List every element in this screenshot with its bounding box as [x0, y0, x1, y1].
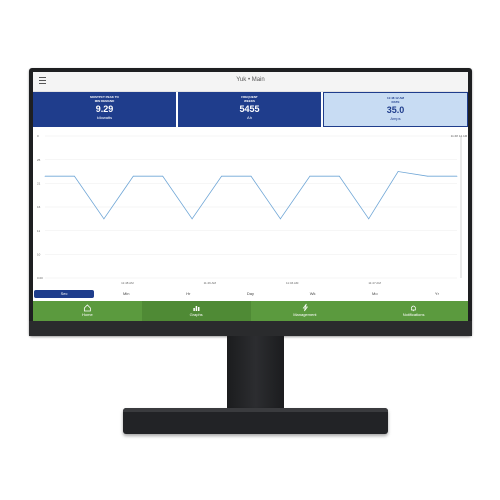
data-point: [44, 175, 46, 177]
metric-card-rate[interactable]: 11:48 12 AM RATE 35.0 Amps: [323, 92, 468, 127]
time-tab-wk[interactable]: Wk: [283, 290, 343, 298]
home-icon: [83, 304, 91, 312]
x-tick-label: 11:46 AM: [286, 281, 299, 285]
metric-card-label: 11:48 12 AM RATE: [386, 96, 405, 104]
metric-card-unit: Amps: [390, 116, 401, 121]
data-point: [74, 175, 75, 177]
app-top-bar: Yuk • Main: [33, 72, 468, 92]
bell-icon: [411, 305, 416, 312]
metric-card-value: 9.29: [95, 104, 114, 114]
nav-graphs[interactable]: Graphs: [141, 301, 251, 321]
x-tick-label: 11:46 AM: [204, 281, 217, 285]
monitor-stand-base-top: [123, 408, 388, 412]
lightning-icon: [302, 303, 308, 312]
time-tab-min[interactable]: Min: [96, 290, 156, 298]
y-tick-label: 21: [37, 182, 41, 186]
metric-card-unit: kilowatts: [96, 115, 113, 120]
cursor-label: 11:48 12 AM: [451, 134, 468, 138]
line-chart: 0 25 21 16 11 10 0.00 11:48 AM 11:46 AM 11:46 AM 1…: [33, 128, 468, 288]
data-point: [309, 175, 311, 177]
metric-card-value: 5455: [239, 104, 260, 114]
line-chart-svg: 0 25 21 16 11 10 0.00 11:48 AM 11:46 AM 11:46 AM 1…: [37, 134, 468, 285]
time-tab-sec[interactable]: Sec: [34, 290, 95, 298]
time-tab-mo[interactable]: Mo: [345, 290, 405, 298]
monitor-screen: Yuk • Main MOSTPCT PEAK TO MIN DEMAND 9.2…: [33, 72, 468, 321]
data-point: [338, 175, 340, 177]
data-point: [250, 175, 252, 177]
data-point: [191, 218, 193, 220]
metric-card-value: 35.0: [386, 105, 405, 115]
bottom-navigation: Home Graphs Management Notifications: [33, 301, 468, 321]
time-range-tabs: Sec Min Hr Day Wk Mo Yr: [33, 288, 468, 300]
bar-chart-icon: [193, 306, 200, 311]
y-tick-label: 10: [37, 253, 41, 257]
data-point: [397, 171, 399, 172]
data-point: [162, 175, 164, 177]
metric-card-frequent[interactable]: FREQUENT WEEKS 5455 Ah: [178, 92, 321, 127]
y-tick-label: 0.00: [37, 276, 43, 280]
series-line: [45, 171, 457, 220]
nav-label: Graphs: [189, 312, 203, 317]
data-point: [221, 175, 222, 177]
nav-home[interactable]: Home: [33, 301, 142, 321]
nav-notifications[interactable]: Notifications: [359, 301, 468, 321]
nav-label: Notifications: [402, 312, 425, 317]
nav-label: Management: [293, 312, 317, 317]
time-tab-yr[interactable]: Yr: [407, 290, 467, 298]
data-point: [368, 218, 370, 220]
data-point: [280, 218, 281, 220]
metric-card-unit: Ah: [247, 115, 252, 120]
y-tick-label: 11: [37, 229, 40, 233]
y-tick-label: 0: [37, 134, 39, 138]
data-point: [132, 175, 134, 177]
y-tick-label: 25: [37, 158, 41, 162]
nav-management[interactable]: Management: [251, 301, 360, 321]
app-title: Yuk • Main: [236, 77, 265, 83]
data-point: [427, 175, 428, 177]
metric-card-label: MOSTPCT PEAK TO MIN DEMAND: [90, 95, 119, 103]
x-tick-label: 11:47 AM: [368, 281, 381, 285]
metric-card-peak[interactable]: MOSTPCT PEAK TO MIN DEMAND 9.29 kilowatts: [33, 92, 176, 127]
x-tick-label: 11:48 AM: [121, 281, 134, 285]
nav-label: Home: [82, 312, 93, 317]
y-tick-label: 16: [37, 205, 41, 209]
metric-card-label: FREQUENT WEEKS: [241, 95, 258, 103]
time-tab-day[interactable]: Day: [220, 290, 280, 298]
monitor-stand-neck: [227, 336, 284, 411]
data-point: [456, 175, 458, 177]
metric-cards: MOSTPCT PEAK TO MIN DEMAND 9.29 kilowatts…: [33, 92, 468, 127]
time-tab-hr[interactable]: Hr: [158, 290, 218, 298]
monitor-chin: [29, 321, 472, 336]
data-point: [103, 218, 105, 220]
